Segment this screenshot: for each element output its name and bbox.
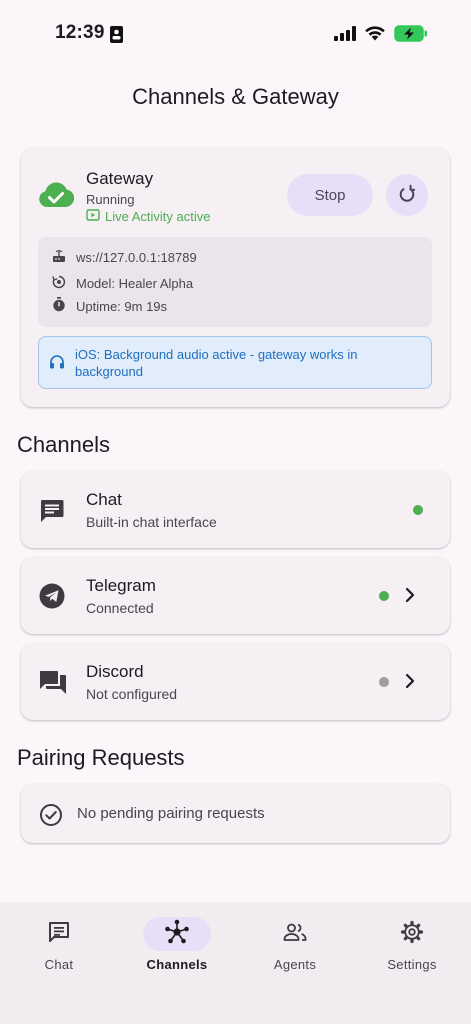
status-dot-active: [379, 591, 389, 601]
model-icon: [52, 275, 66, 292]
telegram-icon: [39, 583, 65, 614]
restart-icon: [397, 184, 417, 207]
gateway-status: Running: [86, 192, 135, 207]
chat-icon: [39, 497, 65, 528]
channel-name: Discord: [86, 662, 144, 681]
gateway-card: Gateway Running Live Activity active Sto…: [21, 148, 450, 407]
chevron-right-icon: [403, 586, 417, 609]
channel-subtitle: Built-in chat interface: [86, 514, 217, 530]
channels-section-title: Channels: [17, 432, 110, 457]
channel-card-discord[interactable]: Discord Not configured: [21, 643, 450, 720]
nav-pill-active: [143, 917, 211, 951]
cellular-signal-icon: [334, 26, 356, 46]
battery-charging-icon: [394, 25, 428, 47]
status-dot-inactive: [379, 677, 389, 687]
people-icon: [283, 922, 307, 947]
nav-item-chat[interactable]: Chat: [0, 902, 118, 982]
stop-gateway-button[interactable]: Stop: [287, 174, 373, 216]
check-circle-icon: [39, 803, 63, 832]
channel-card-chat[interactable]: Chat Built-in chat interface: [21, 471, 450, 548]
status-time: 12:39: [55, 22, 105, 43]
discord-icon: [39, 669, 67, 700]
gateway-model: Model: Healer Alpha: [76, 276, 194, 291]
gateway-uptime-row: Uptime: 9m 19s: [52, 297, 167, 315]
live-activity-label: Live Activity active: [105, 209, 211, 224]
nav-pill: [25, 917, 93, 951]
gateway-url-row: ws://127.0.0.1:18789: [52, 249, 197, 266]
nav-label: Channels: [146, 957, 208, 972]
cloud-done-icon: [38, 180, 75, 213]
gateway-uptime: Uptime: 9m 19s: [76, 298, 168, 314]
live-activity-icon: [86, 209, 100, 224]
chevron-right-icon: [403, 672, 417, 695]
router-icon: [52, 249, 66, 266]
status-bar: 12:39: [0, 0, 471, 64]
status-dot-active: [413, 505, 423, 515]
channel-subtitle: Connected: [86, 600, 154, 616]
nav-pill: [261, 917, 329, 951]
id-card-icon: [110, 26, 123, 48]
bottom-navigation: Chat Channels Agents Settings: [0, 902, 471, 1024]
channel-name: Chat: [86, 490, 122, 509]
ios-background-notice: iOS: Background audio active - gateway w…: [38, 336, 432, 389]
channel-name: Telegram: [86, 576, 156, 595]
headphones-icon: [49, 354, 65, 374]
channel-card-telegram[interactable]: Telegram Connected: [21, 557, 450, 634]
page-title: Channels & Gateway: [132, 84, 339, 109]
pairing-empty-text: No pending pairing requests: [77, 805, 265, 822]
nav-item-channels[interactable]: Channels: [118, 902, 236, 982]
ios-notice-text: iOS: Background audio active - gateway w…: [75, 347, 358, 379]
gateway-url: ws://127.0.0.1:18789: [76, 250, 197, 265]
timer-icon: [52, 297, 66, 315]
pairing-section-title: Pairing Requests: [17, 745, 185, 770]
nav-label: Agents: [273, 957, 317, 972]
gateway-model-row: Model: Healer Alpha: [52, 275, 193, 292]
live-activity-status: Live Activity active: [86, 209, 211, 224]
pairing-empty-card: No pending pairing requests: [21, 784, 450, 843]
channel-subtitle: Not configured: [86, 686, 178, 702]
wifi-icon: [364, 24, 386, 46]
nav-label: Settings: [387, 957, 437, 972]
chat-icon: [47, 920, 71, 949]
nav-item-settings[interactable]: Settings: [353, 902, 471, 982]
nav-item-agents[interactable]: Agents: [236, 902, 354, 982]
gateway-info-box: ws://127.0.0.1:18789 Model: Healer Alpha…: [38, 237, 432, 327]
nav-label: Chat: [44, 957, 74, 972]
nav-pill: [378, 917, 446, 951]
restart-gateway-button[interactable]: [386, 174, 428, 216]
gateway-title: Gateway: [86, 169, 154, 188]
gear-icon: [400, 920, 424, 949]
hub-icon: [164, 919, 190, 950]
